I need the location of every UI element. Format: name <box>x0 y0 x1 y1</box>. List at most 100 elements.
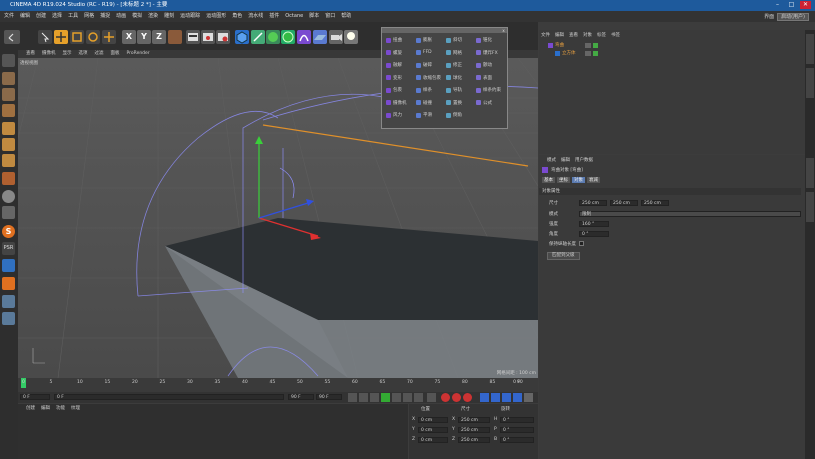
deformer-item[interactable]: 锥化 <box>476 37 492 43</box>
menu-item[interactable]: 雕刻 <box>164 11 174 22</box>
menu-item[interactable]: 流水线 <box>248 11 263 22</box>
close-icon[interactable]: ✕ <box>800 1 811 9</box>
pen-spline-icon[interactable] <box>251 30 265 44</box>
deformer-item[interactable]: 样条约束 <box>476 87 501 93</box>
pla-key-icon[interactable] <box>524 393 533 402</box>
menu-item[interactable]: 工具 <box>68 11 78 22</box>
rotation-field[interactable]: 0 ° <box>500 417 534 423</box>
make-editable-icon[interactable] <box>2 54 15 67</box>
render-picture-viewer-icon[interactable] <box>201 30 215 44</box>
viewport-menu-item[interactable]: 查看 <box>26 50 35 58</box>
move-tool-icon[interactable] <box>54 30 68 44</box>
model-mode-icon[interactable] <box>2 72 15 85</box>
attr-menu-item[interactable]: 编辑 <box>561 157 570 163</box>
loop-icon[interactable] <box>427 393 436 402</box>
attr-tab[interactable]: 衰减 <box>587 177 600 183</box>
next-key-icon[interactable] <box>403 393 412 402</box>
deformer-item[interactable]: 融解 <box>386 62 402 68</box>
axis-mode-icon[interactable] <box>2 172 15 185</box>
size-field[interactable]: 250 cm <box>458 437 490 443</box>
deformer-item[interactable]: 置换 <box>446 100 462 106</box>
position-field[interactable]: 0 cm <box>418 417 448 423</box>
undo-button[interactable] <box>4 30 20 44</box>
object-menu-item[interactable]: 查看 <box>569 32 578 38</box>
viewport-menu-item[interactable]: 过滤 <box>95 50 104 58</box>
render-view-icon[interactable] <box>186 30 200 44</box>
deformer-item[interactable]: 导轨 <box>446 87 462 93</box>
max-frame-field[interactable]: 90 F <box>316 394 342 400</box>
nurbs-icon[interactable] <box>266 30 280 44</box>
deformer-item[interactable]: 收缩包裹 <box>416 75 441 81</box>
menu-item[interactable]: 动画 <box>116 11 126 22</box>
object-row[interactable]: 立方体 <box>539 50 805 57</box>
attr-tab[interactable]: 基本 <box>542 177 555 183</box>
cube-object-icon[interactable] <box>235 30 249 44</box>
paint-icon[interactable] <box>2 312 15 325</box>
deformer-item[interactable]: 倒角 <box>446 112 462 118</box>
maximize-icon[interactable]: □ <box>786 1 797 9</box>
visibility-dots[interactable] <box>585 43 591 48</box>
polygons-mode-icon[interactable] <box>2 154 15 167</box>
layout-dropdown[interactable]: 启动(用户) <box>777 12 809 21</box>
attr-menu-item[interactable]: 用户数据 <box>575 157 593 163</box>
end-frame-field[interactable]: 90 F <box>288 394 314 400</box>
palette-close-icon[interactable]: x <box>501 28 506 33</box>
object-menu-item[interactable]: 文件 <box>541 32 550 38</box>
size-field[interactable]: 250 cm <box>458 427 490 433</box>
material-menu-item[interactable]: 编辑 <box>41 405 50 411</box>
material-menu-item[interactable]: 功能 <box>56 405 65 411</box>
menu-item[interactable]: Octane <box>285 11 303 22</box>
attr-menu-item[interactable]: 模式 <box>547 157 556 163</box>
enable-check-icon[interactable] <box>593 51 598 56</box>
object-row[interactable]: 弯曲 <box>539 42 805 49</box>
live-select-icon[interactable] <box>38 30 52 44</box>
menu-item[interactable]: 模拟 <box>132 11 142 22</box>
auto-key-icon[interactable] <box>452 393 461 402</box>
menu-item[interactable]: 渲染 <box>148 11 158 22</box>
mode-dropdown[interactable]: 限制 <box>579 211 801 217</box>
keyframe-selection-icon[interactable] <box>463 393 472 402</box>
record-icon[interactable] <box>441 393 450 402</box>
workplane-mode-icon[interactable] <box>2 104 15 117</box>
menu-item[interactable]: 脚本 <box>309 11 319 22</box>
menu-item[interactable]: 文件 <box>4 11 14 22</box>
deformer-item[interactable]: 网格 <box>446 50 462 56</box>
menu-item[interactable]: 编辑 <box>20 11 30 22</box>
deformer-item[interactable]: 螺旋 <box>386 50 402 56</box>
fit-to-parent-button[interactable]: 匹配到父级 <box>547 252 580 260</box>
floor-icon[interactable] <box>313 30 327 44</box>
keep-length-checkbox[interactable] <box>579 241 584 246</box>
menu-item[interactable]: 插件 <box>269 11 279 22</box>
viewport-menu-item[interactable]: 摄像机 <box>42 50 56 58</box>
visibility-dots[interactable] <box>585 51 591 56</box>
rotate-tool-icon[interactable] <box>86 30 100 44</box>
object-menu-item[interactable]: 标签 <box>597 32 606 38</box>
object-menu-item[interactable]: 编辑 <box>555 32 564 38</box>
deformer-item[interactable]: 平滑 <box>416 112 432 118</box>
deformer-item[interactable]: 变形 <box>386 75 402 81</box>
size-field[interactable]: 250 cm <box>458 417 490 423</box>
angle-field[interactable]: 0 ° <box>579 231 609 237</box>
position-key-icon[interactable] <box>480 393 489 402</box>
viewport-menu-item[interactable]: 显示 <box>63 50 72 58</box>
x-axis-lock-button[interactable]: X <box>122 30 136 44</box>
current-frame-field[interactable]: 0 F <box>54 394 284 400</box>
sculpt-icon[interactable] <box>2 295 15 308</box>
timeline[interactable]: 0 F 0 5 10 15 20 25 30 35 40 45 50 55 60 65 70 75 80 85 90 <box>18 378 538 392</box>
menu-item[interactable]: 网格 <box>84 11 94 22</box>
edges-mode-icon[interactable] <box>2 138 15 151</box>
coordinate-system-icon[interactable] <box>168 30 182 44</box>
deformer-item[interactable]: 扭曲 <box>386 37 402 43</box>
rotation-field[interactable]: 0 ° <box>500 427 534 433</box>
array-icon[interactable] <box>281 30 295 44</box>
content-browser-tab[interactable] <box>806 68 814 98</box>
menu-item[interactable]: 选择 <box>52 11 62 22</box>
rotation-field[interactable]: 0 ° <box>500 437 534 443</box>
strength-field[interactable]: 160 ° <box>579 221 609 227</box>
deformer-item[interactable]: 风力 <box>386 112 402 118</box>
menu-item[interactable]: 创建 <box>36 11 46 22</box>
render-settings-icon[interactable] <box>216 30 230 44</box>
light-icon[interactable] <box>344 30 358 44</box>
deformer-item[interactable]: 修正 <box>446 62 462 68</box>
tweak-mode-icon[interactable] <box>2 190 15 203</box>
